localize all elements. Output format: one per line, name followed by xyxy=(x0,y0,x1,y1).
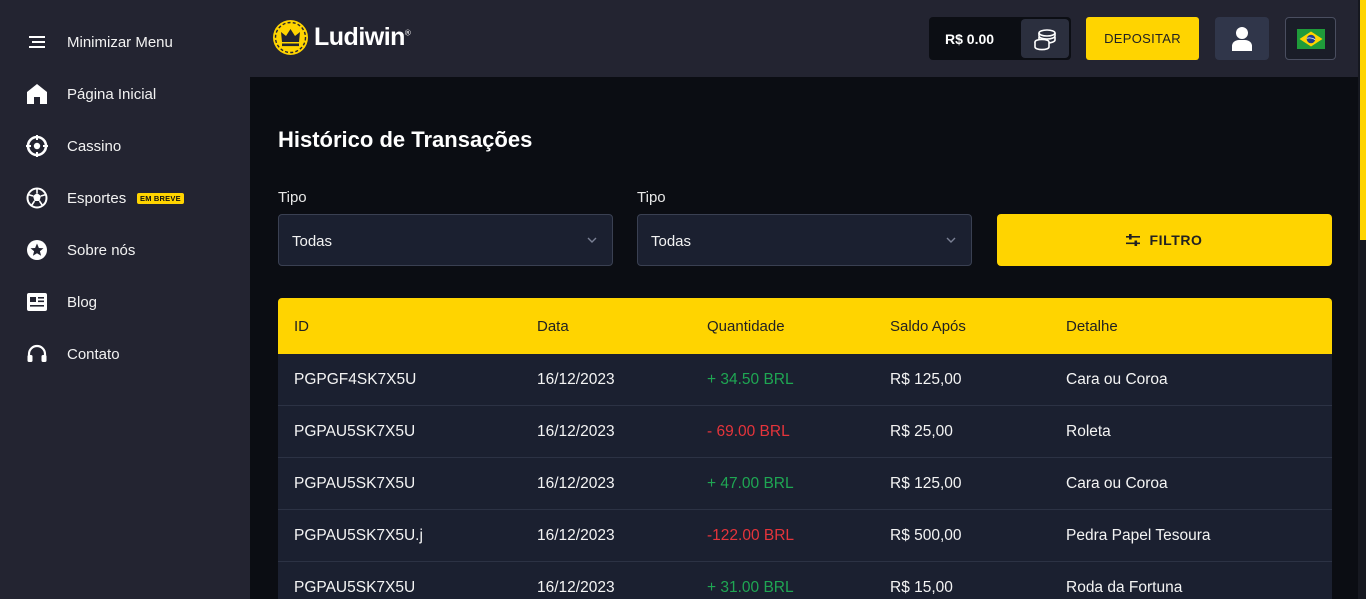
filter-button-label: FILTRO xyxy=(1149,232,1203,248)
type-filter-label: Tipo xyxy=(278,189,307,206)
cell-date: 16/12/2023 xyxy=(537,371,615,388)
sidebar: Minimizar Menu Página Inicial Cassino Es… xyxy=(0,0,250,599)
column-header-date: Data xyxy=(537,318,569,335)
cell-balance-after: R$ 15,00 xyxy=(890,579,953,596)
cell-amount: + 31.00 BRL xyxy=(707,579,794,596)
table-row: PGPGF4SK7X5U 16/12/2023 + 34.50 BRL R$ 1… xyxy=(278,354,1332,406)
chevron-down-icon xyxy=(945,233,957,251)
type-select-2[interactable]: Todas xyxy=(637,214,972,266)
type-select[interactable]: Todas xyxy=(278,214,613,266)
column-header-amount: Quantidade xyxy=(707,318,785,335)
cell-detail: Roleta xyxy=(1066,423,1111,440)
cell-date: 16/12/2023 xyxy=(537,423,615,440)
column-header-balance-after: Saldo Após xyxy=(890,318,966,335)
sidebar-item-label: Cassino xyxy=(67,137,122,155)
cell-balance-after: R$ 500,00 xyxy=(890,527,962,544)
brazil-flag-icon xyxy=(1296,28,1325,49)
cell-id: PGPAU5SK7X5U xyxy=(294,423,416,440)
logo-text: Ludiwin® xyxy=(314,23,411,51)
language-selector[interactable] xyxy=(1285,17,1336,60)
sidebar-item-home[interactable]: Página Inicial xyxy=(0,74,250,114)
transactions-table: ID Data Quantidade Saldo Após Detalhe PG… xyxy=(278,298,1332,599)
sidebar-item-label: Blog xyxy=(67,293,98,311)
star-icon xyxy=(26,239,48,261)
cell-detail: Pedra Papel Tesoura xyxy=(1066,527,1211,544)
table-row: PGPAU5SK7X5U 16/12/2023 + 31.00 BRL R$ 1… xyxy=(278,562,1332,599)
cell-amount: - 69.00 BRL xyxy=(707,423,790,440)
balance-amount: R$ 0.00 xyxy=(945,31,995,47)
filter-button[interactable]: FILTRO xyxy=(997,214,1332,266)
headset-icon xyxy=(26,343,48,365)
scrollbar-thumb[interactable] xyxy=(1360,0,1366,240)
sidebar-item-blog[interactable]: Blog xyxy=(0,282,250,322)
cell-balance-after: R$ 125,00 xyxy=(890,371,962,388)
newspaper-icon xyxy=(26,291,48,313)
sidebar-item-contact[interactable]: Contato xyxy=(0,334,250,374)
sidebar-item-casino[interactable]: Cassino xyxy=(0,126,250,166)
cell-id: PGPGF4SK7X5U xyxy=(294,371,417,388)
sidebar-item-minimize-menu[interactable]: Minimizar Menu xyxy=(0,22,250,62)
cell-balance-after: R$ 25,00 xyxy=(890,423,953,440)
cell-date: 16/12/2023 xyxy=(537,527,615,544)
chevron-down-icon xyxy=(586,233,598,251)
type-select-value: Todas xyxy=(292,233,333,250)
top-header: Ludiwin® R$ 0.00 DEPOSITAR xyxy=(250,0,1358,77)
crown-logo-icon xyxy=(273,20,308,55)
user-account-button[interactable] xyxy=(1215,17,1269,60)
home-icon xyxy=(26,83,48,105)
table-header: ID Data Quantidade Saldo Após Detalhe xyxy=(278,298,1332,354)
coming-soon-badge: EM BREVE xyxy=(137,193,184,204)
logo[interactable]: Ludiwin® xyxy=(273,20,411,55)
sidebar-item-label: Esportes xyxy=(67,189,127,207)
balance-display: R$ 0.00 xyxy=(929,17,1071,60)
column-header-detail: Detalhe xyxy=(1066,318,1118,335)
sidebar-item-label: Página Inicial xyxy=(67,85,157,103)
type-filter-label-2: Tipo xyxy=(637,189,666,206)
deposit-button[interactable]: DEPOSITAR xyxy=(1086,17,1199,60)
sidebar-item-sports[interactable]: Esportes EM BREVE xyxy=(0,178,250,218)
page-title: Histórico de Transações xyxy=(278,127,533,152)
sidebar-item-label: Sobre nós xyxy=(67,241,136,259)
cell-balance-after: R$ 125,00 xyxy=(890,475,962,492)
cell-date: 16/12/2023 xyxy=(537,475,615,492)
coins-icon xyxy=(1034,28,1056,50)
cell-amount: -122.00 BRL xyxy=(707,527,795,544)
cell-amount: + 34.50 BRL xyxy=(707,371,794,388)
casino-chip-icon xyxy=(26,135,48,157)
sidebar-item-label: Contato xyxy=(67,345,120,363)
menu-icon xyxy=(26,31,48,53)
cell-detail: Roda da Fortuna xyxy=(1066,579,1183,596)
table-row: PGPAU5SK7X5U.j 16/12/2023 -122.00 BRL R$… xyxy=(278,510,1332,562)
cell-date: 16/12/2023 xyxy=(537,579,615,596)
cell-detail: Cara ou Coroa xyxy=(1066,475,1168,492)
wallet-button[interactable] xyxy=(1021,19,1069,58)
user-icon xyxy=(1232,26,1252,51)
cell-id: PGPAU5SK7X5U.j xyxy=(294,527,423,544)
column-header-id: ID xyxy=(294,318,309,335)
type-select-value: Todas xyxy=(651,233,692,250)
sidebar-item-label: Minimizar Menu xyxy=(67,33,173,51)
table-row: PGPAU5SK7X5U 16/12/2023 + 47.00 BRL R$ 1… xyxy=(278,458,1332,510)
cell-id: PGPAU5SK7X5U xyxy=(294,475,416,492)
cell-id: PGPAU5SK7X5U xyxy=(294,579,416,596)
cell-detail: Cara ou Coroa xyxy=(1066,371,1168,388)
soccer-ball-icon xyxy=(26,187,48,209)
sidebar-item-about[interactable]: Sobre nós xyxy=(0,230,250,270)
cell-amount: + 47.00 BRL xyxy=(707,475,794,492)
sliders-icon xyxy=(1126,234,1141,246)
table-row: PGPAU5SK7X5U 16/12/2023 - 69.00 BRL R$ 2… xyxy=(278,406,1332,458)
